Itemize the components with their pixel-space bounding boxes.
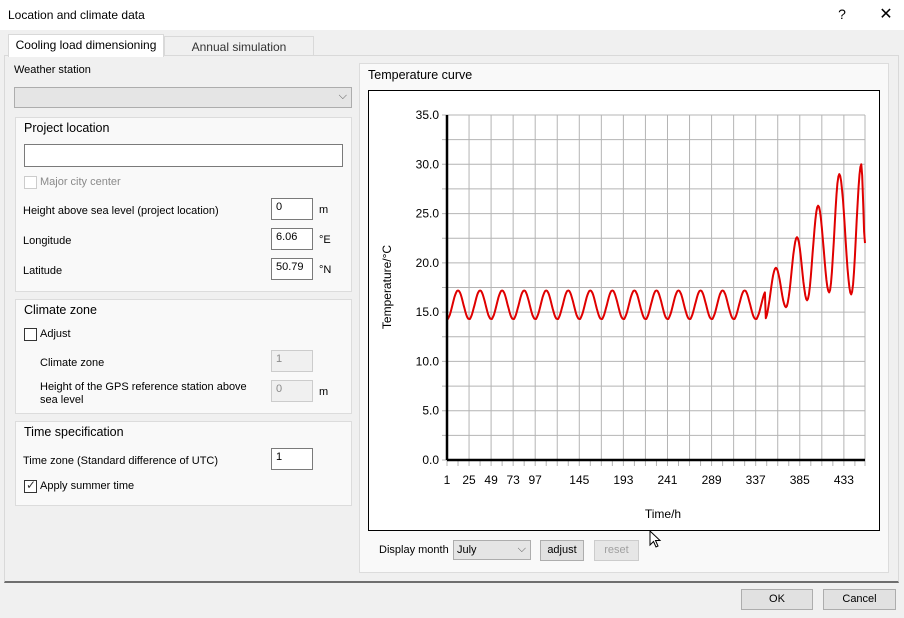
x-tick-label: 433 — [834, 473, 854, 487]
timezone-input[interactable]: 1 — [271, 448, 313, 470]
latitude-label: Latitude — [23, 265, 63, 277]
gps-height-input[interactable]: 0 — [271, 380, 313, 402]
x-tick-label: 193 — [613, 473, 633, 487]
cancel-button[interactable]: Cancel — [823, 589, 896, 610]
timezone-label: Time zone (Standard difference of UTC) — [23, 455, 219, 467]
height-input[interactable]: 0 — [271, 198, 313, 220]
temperature-chart: 0.0 5.0 10.0 15.0 20.0 25.0 30.0 35.0 1 25 49 73 97 1… — [380, 108, 866, 521]
x-tick-label: 289 — [702, 473, 722, 487]
major-city-checkbox[interactable] — [24, 176, 37, 189]
climate-zone-title: Climate zone — [24, 303, 97, 317]
climate-zone-label: Climate zone — [40, 357, 105, 369]
x-tick-label: 385 — [790, 473, 810, 487]
gps-height-unit: m — [319, 386, 329, 398]
x-tick-label: 337 — [746, 473, 766, 487]
month-value: July — [457, 544, 477, 556]
window-title: Location and climate data — [8, 8, 145, 22]
mouse-cursor-icon — [649, 530, 662, 548]
temperature-line — [446, 163, 866, 320]
project-location-title: Project location — [24, 121, 110, 135]
summer-time-checkbox[interactable]: ✓ — [24, 478, 37, 493]
gps-height-label-line2: sea level — [40, 394, 84, 406]
longitude-input[interactable]: 6.06 — [271, 228, 313, 250]
adjust-button[interactable]: adjust — [540, 540, 584, 561]
height-unit: m — [319, 204, 329, 216]
weather-station-select[interactable]: ⌵ — [14, 87, 352, 108]
x-tick-label: 97 — [529, 473, 543, 487]
latitude-input[interactable]: 50.79 — [271, 258, 313, 280]
y-tick-label: 5.0 — [422, 404, 439, 418]
y-tick-label: 15.0 — [416, 305, 440, 319]
x-tick-label: 241 — [657, 473, 677, 487]
project-location-input[interactable] — [24, 144, 343, 167]
weather-station-label: Weather station — [14, 64, 91, 76]
chart-area: 0.0 5.0 10.0 15.0 20.0 25.0 30.0 35.0 1 25 49 73 97 1… — [368, 90, 880, 531]
summer-time-label: Apply summer time — [40, 480, 135, 492]
adjust-climate-checkbox[interactable] — [24, 328, 37, 341]
y-tick-label: 25.0 — [416, 207, 440, 221]
y-tick-label: 0.0 — [422, 453, 439, 467]
chevron-down-icon: ⌵ — [338, 90, 347, 102]
longitude-label: Longitude — [23, 235, 72, 247]
gps-height-label-line1: Height of the GPS reference station abov… — [40, 381, 247, 393]
tab-annual-simulation[interactable]: Annual simulation — [164, 36, 314, 56]
time-specification-title: Time specification — [24, 425, 124, 439]
month-select[interactable]: July ⌵ — [453, 540, 531, 560]
y-axis-label: Temperature/°C — [380, 245, 394, 329]
y-tick-label: 35.0 — [416, 108, 440, 122]
temperature-curve-title: Temperature curve — [368, 68, 473, 82]
adjust-climate-label: Adjust — [40, 328, 71, 340]
x-tick-label: 49 — [484, 473, 498, 487]
tab-cooling-load-dimensioning[interactable]: Cooling load dimensioning — [8, 34, 164, 57]
y-tick-label: 30.0 — [416, 157, 440, 171]
chevron-down-icon: ⌵ — [517, 543, 526, 555]
x-tick-label: 145 — [569, 473, 589, 487]
latitude-unit: °N — [319, 264, 332, 276]
ok-button[interactable]: OK — [741, 589, 813, 610]
y-tick-label: 10.0 — [416, 354, 440, 368]
title-bar: Location and climate data ? ✕ — [0, 0, 904, 30]
height-label: Height above sea level (project location… — [23, 205, 219, 217]
x-tick-label: 73 — [506, 473, 520, 487]
x-axis-label: Time/h — [645, 507, 681, 521]
major-city-label: Major city center — [40, 176, 121, 188]
longitude-unit: °E — [319, 234, 331, 246]
x-tick-label: 1 — [444, 473, 451, 487]
check-icon: ✓ — [26, 478, 37, 492]
close-button[interactable]: ✕ — [878, 4, 894, 24]
y-tick-label: 20.0 — [416, 256, 440, 270]
help-button[interactable]: ? — [836, 6, 848, 22]
climate-zone-input[interactable]: 1 — [271, 350, 313, 372]
x-tick-label: 25 — [462, 473, 476, 487]
display-month-label: Display month — [379, 544, 449, 556]
reset-button[interactable]: reset — [594, 540, 639, 561]
